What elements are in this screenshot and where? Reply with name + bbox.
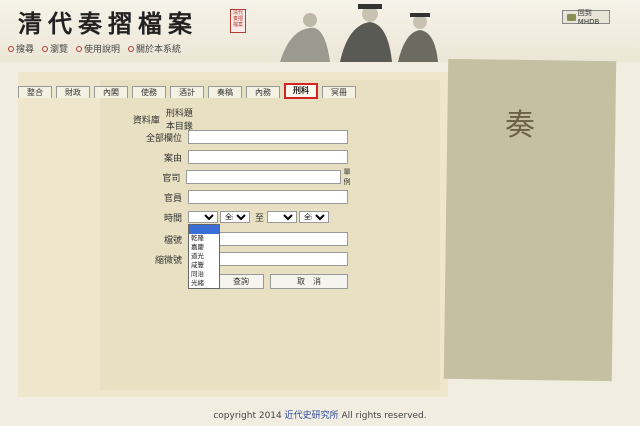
reign-option[interactable]: 乾隆 bbox=[189, 234, 219, 243]
reign-option[interactable]: 光緒 bbox=[189, 279, 219, 288]
reign-select-start[interactable] bbox=[188, 211, 218, 223]
reign-option[interactable]: 咸豐 bbox=[189, 261, 219, 270]
bullet-icon bbox=[42, 45, 49, 52]
reign-option[interactable]: 道光 bbox=[189, 252, 219, 261]
tab-punishment[interactable]: 刑科 bbox=[284, 83, 318, 99]
category-tabs: 整合 財政 內閣 使務 酒計 奏稿 內務 刑科 冥冊 bbox=[18, 83, 356, 99]
time-label: 時間 bbox=[163, 213, 182, 224]
field-row: 縮微號 bbox=[130, 252, 348, 266]
time-to-label: 至 bbox=[255, 213, 265, 224]
reign-dropdown-list: 乾隆 嘉慶 道光 咸豐 同治 光緒 bbox=[188, 224, 220, 289]
field-note: 單例 bbox=[343, 168, 351, 186]
field-label: 案由 bbox=[163, 153, 182, 164]
tab-cabinet[interactable]: 內閣 bbox=[94, 86, 128, 98]
nav-browse[interactable]: 瀏覽 bbox=[42, 42, 68, 55]
field-label: 全部欄位 bbox=[145, 133, 182, 144]
tab-envoy[interactable]: 使務 bbox=[132, 86, 166, 98]
field-label: 縮微號 bbox=[154, 255, 182, 266]
all-fields-input[interactable] bbox=[188, 130, 348, 144]
database-label: 資料庫 bbox=[132, 115, 160, 126]
top-nav: 搜尋 瀏覽 使用說明 關於本系統 bbox=[8, 42, 181, 55]
tab-finance[interactable]: 財政 bbox=[56, 86, 90, 98]
nav-search[interactable]: 搜尋 bbox=[8, 42, 34, 55]
seal-logo: 清代 奏摺 檔案 bbox=[230, 9, 246, 33]
bullet-icon bbox=[128, 45, 135, 52]
officials-illustration bbox=[280, 4, 438, 62]
time-row: 時間 全部 至 全部 bbox=[130, 210, 331, 224]
field-label: 官員 bbox=[163, 193, 182, 204]
reign-option[interactable]: 嘉慶 bbox=[189, 243, 219, 252]
year-select-end[interactable]: 全部 bbox=[299, 211, 330, 223]
tab-accounts[interactable]: 酒計 bbox=[170, 86, 204, 98]
footer-rights: All rights reserved. bbox=[341, 411, 427, 421]
field-label: 官司 bbox=[162, 173, 181, 184]
footer-copyright: copyright 2014 bbox=[213, 411, 282, 421]
official-office-input[interactable] bbox=[186, 170, 342, 184]
back-arrow-icon bbox=[567, 13, 576, 21]
site-title: 清代奏摺檔案 bbox=[18, 9, 198, 38]
field-row: 全部欄位 bbox=[130, 130, 348, 144]
institute-link[interactable]: 近代史研究所 bbox=[285, 411, 339, 421]
field-row: 官員 bbox=[130, 190, 348, 204]
tab-register[interactable]: 冥冊 bbox=[322, 86, 356, 98]
field-label: 檔號 bbox=[163, 235, 182, 246]
query-button[interactable]: 查詢 bbox=[218, 274, 264, 289]
cancel-button[interactable]: 取 消 bbox=[270, 274, 348, 289]
nav-about[interactable]: 關於本系統 bbox=[128, 42, 181, 55]
nav-help[interactable]: 使用說明 bbox=[76, 42, 120, 55]
database-value: 刑科題本目錄 bbox=[165, 109, 193, 132]
year-select-start[interactable]: 全部 bbox=[220, 211, 250, 223]
reign-option[interactable] bbox=[189, 225, 219, 234]
tab-household[interactable]: 內務 bbox=[246, 86, 280, 98]
field-row: 官司 單例 bbox=[130, 168, 357, 186]
bullet-icon bbox=[76, 45, 83, 52]
tab-integrated[interactable]: 整合 bbox=[18, 86, 52, 98]
document-character: 奏 bbox=[505, 108, 535, 143]
back-to-mhdb-button[interactable]: 回到MHDB bbox=[562, 9, 610, 26]
field-row: 檔號 bbox=[130, 232, 348, 246]
header: 清代奏摺檔案 清代 奏摺 檔案 搜尋 瀏覽 使用說明 關於本系統 回到MHDB bbox=[0, 0, 640, 62]
official-input[interactable] bbox=[188, 190, 348, 204]
bullet-icon bbox=[8, 45, 14, 52]
database-row: 資料庫 刑科題本目錄 bbox=[130, 109, 197, 132]
reign-select-end[interactable] bbox=[267, 211, 298, 223]
tab-drafts[interactable]: 奏稿 bbox=[208, 86, 242, 98]
case-input[interactable] bbox=[188, 150, 348, 164]
reign-option[interactable]: 同治 bbox=[189, 270, 219, 279]
footer: copyright 2014 近代史研究所 All rights reserve… bbox=[0, 408, 640, 421]
field-row: 案由 bbox=[130, 150, 348, 164]
